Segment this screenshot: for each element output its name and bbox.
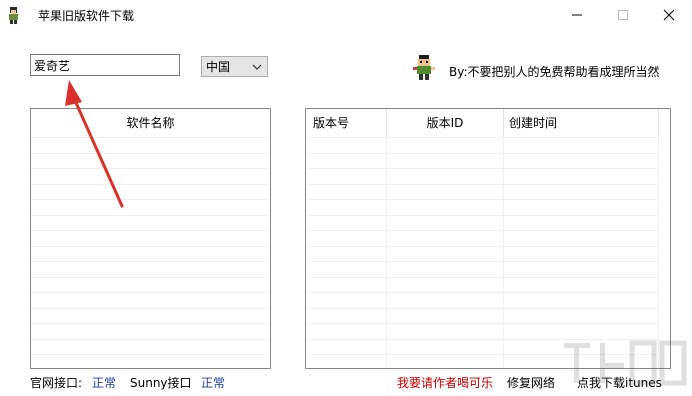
- grid-row-line: [31, 261, 270, 262]
- grid-row-line: [306, 230, 658, 231]
- grid-row-line: [31, 230, 270, 231]
- grid-row-line: [306, 199, 658, 200]
- region-select-value: 中国: [206, 60, 231, 74]
- grid-row-line: [31, 307, 270, 309]
- sunny-interface-status: 正常: [201, 376, 226, 390]
- chevron-down-icon: [252, 64, 262, 70]
- arrow-annotation-icon: [65, 80, 124, 208]
- mascot-icon: [413, 55, 435, 80]
- sunny-interface-label: Sunny接口: [130, 376, 192, 390]
- grid-row-line: [31, 245, 270, 247]
- grid-row-line: [306, 261, 658, 262]
- grid-row-line: [306, 323, 658, 324]
- credit-text: By:不要把别人的免费帮助看成理所当然: [449, 65, 660, 79]
- grid-row-line: [306, 307, 658, 309]
- close-icon: [663, 9, 675, 21]
- grid-row-line: [306, 245, 658, 247]
- grid-row-line: [31, 214, 270, 216]
- column-divider: [658, 109, 659, 137]
- column-divider: [503, 109, 504, 137]
- grid-row-line: [306, 183, 658, 185]
- search-input[interactable]: [30, 54, 180, 76]
- grid-row-line: [306, 152, 658, 154]
- minimize-button[interactable]: [554, 0, 600, 30]
- grid-row-line: [306, 168, 658, 169]
- grid-row-line: [31, 292, 270, 293]
- official-interface-label: 官网接口:: [30, 376, 83, 390]
- grid-row-line: [306, 276, 658, 278]
- app-icon: [9, 7, 18, 24]
- region-select[interactable]: 中国: [201, 56, 268, 77]
- grid-column-line: [386, 137, 387, 368]
- grid-row-line: [31, 354, 270, 355]
- watermark-logo: [564, 340, 687, 386]
- close-button[interactable]: [646, 0, 692, 30]
- grid-row-line: [306, 137, 658, 138]
- maximize-button[interactable]: [600, 0, 646, 30]
- column-header-version-id[interactable]: 版本ID: [387, 109, 503, 137]
- version-list[interactable]: 版本号 版本ID 创建时间: [305, 108, 671, 369]
- column-header-created-time[interactable]: 创建时间: [509, 109, 629, 137]
- minimize-icon: [572, 14, 582, 16]
- donate-link[interactable]: 我要请作者喝可乐: [397, 374, 493, 391]
- grid-row-line: [306, 292, 658, 293]
- official-interface-status: 正常: [92, 376, 117, 390]
- grid-column-line: [503, 137, 504, 368]
- grid-row-line: [31, 323, 270, 324]
- grid-row-line: [31, 276, 270, 278]
- window-title: 苹果旧版软件下载: [38, 9, 135, 23]
- grid-row-line: [306, 214, 658, 216]
- maximize-icon: [618, 10, 628, 20]
- repair-network-button[interactable]: 修复网络: [507, 374, 555, 391]
- grid-row-line: [31, 338, 270, 340]
- column-header-version[interactable]: 版本号: [313, 109, 383, 137]
